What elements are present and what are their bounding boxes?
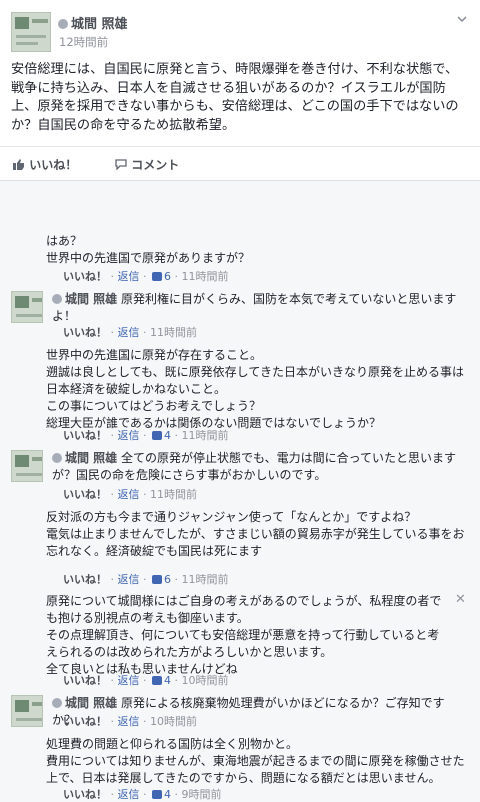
post-header: 城間 照雄: [58, 13, 128, 32]
profile-badge-icon: [58, 19, 68, 29]
comment-time[interactable]: 11時間前: [182, 573, 229, 586]
comment-like-link[interactable]: いいね！: [63, 326, 107, 339]
comment-like-link[interactable]: いいね！: [63, 573, 107, 586]
comment-reply-link[interactable]: 返信: [118, 715, 140, 728]
commenter-avatar[interactable]: [11, 291, 43, 323]
comment-reply-link[interactable]: 返信: [118, 573, 140, 586]
post-actions: いいね！ コメント: [0, 146, 480, 179]
like-count[interactable]: 6: [164, 573, 171, 586]
comment-label: コメント: [131, 158, 180, 172]
like-count[interactable]: 4: [164, 429, 171, 442]
comment-time[interactable]: 9時間前: [182, 788, 222, 801]
post: 城間 照雄 12時間前 安倍総理には、自国民に原発と言う、時限爆弾を巻き付け、不…: [0, 0, 480, 180]
like-button[interactable]: いいね！: [13, 156, 77, 173]
comment-body: 城間 照雄 原発利権に目がくらみ、国防を本気で考えていないと思いますよ！: [52, 291, 466, 325]
comment-like-link[interactable]: いいね！: [63, 715, 107, 728]
comment-author[interactable]: 城間 照雄: [65, 292, 117, 306]
comment-reply-link[interactable]: 返信: [118, 429, 140, 442]
comment-author[interactable]: 城間 照雄: [65, 451, 117, 465]
post-card: 城間 照雄 12時間前 安倍総理には、自国民に原発と言う、時限爆弾を巻き付け、不…: [0, 0, 480, 802]
comment-meta: いいね！ · 返信 · 11時間前: [63, 326, 197, 339]
comment-icon: [115, 159, 127, 171]
close-icon[interactable]: ✕: [455, 592, 466, 607]
like-count[interactable]: 4: [164, 674, 171, 687]
commenter-avatar[interactable]: [11, 450, 43, 482]
comments-list: はあ？ 世界中の先進国で原発がありますが？ いいね！ · 返信 · 6 · 11…: [0, 180, 480, 802]
comment-reply-link[interactable]: 返信: [118, 674, 140, 687]
comment-text: 反対派の方も今まで通りジャンジャン使って「なんとか」ですよね？ 電気は止まりませ…: [46, 510, 465, 558]
comment-meta: いいね！ · 返信 · 11時間前: [63, 488, 197, 501]
comment-meta: いいね！ · 返信 · 6 · 11時間前: [63, 270, 229, 283]
like-count-icon: [152, 676, 162, 685]
chevron-down-icon[interactable]: [457, 14, 467, 24]
author-avatar[interactable]: [11, 12, 51, 52]
comment-meta: いいね！ · 返信 · 6 · 11時間前: [63, 573, 229, 586]
comment-meta: いいね！ · 返信 · 4 · 11時間前: [63, 429, 229, 442]
comment-time[interactable]: 10時間前: [150, 715, 197, 728]
profile-badge-icon: [52, 698, 62, 708]
comment-reply-link[interactable]: 返信: [118, 326, 140, 339]
comment-like-link[interactable]: いいね！: [63, 674, 107, 687]
post-text: 安倍総理には、自国民に原発と言う、時限爆弾を巻き付け、不利な状態で、戦争に持ち込…: [11, 62, 459, 133]
comment-text: 処理費の問題と仰られる国防は全く別物かと。 費用については知りませんが、東海地震…: [46, 737, 465, 785]
like-count-icon: [152, 790, 162, 799]
comment-like-link[interactable]: いいね！: [63, 429, 107, 442]
comment-text: 原発について城間様にはご自身の考えがあるのでしょうが、私程度の者でも抱ける別視点…: [46, 594, 442, 676]
comment-time[interactable]: 10時間前: [182, 674, 229, 687]
comment-body: 城間 照雄 全ての原発が停止状態でも、電力は間に合っていたと思いますが？国民の命…: [52, 450, 466, 484]
comment-reply-link[interactable]: 返信: [118, 270, 140, 283]
comment-time[interactable]: 11時間前: [182, 429, 229, 442]
profile-badge-icon: [52, 294, 62, 304]
comment-author[interactable]: 城間 照雄: [65, 696, 117, 710]
like-count-icon: [152, 575, 162, 584]
comment-meta: いいね！ · 返信 · 4 · 10時間前: [63, 674, 229, 687]
comment-like-link[interactable]: いいね！: [63, 488, 107, 501]
profile-badge-icon: [52, 453, 62, 463]
like-count-icon: [152, 272, 162, 281]
comment-text: はあ？ 世界中の先進国で原発がありますが？: [46, 234, 251, 265]
like-count[interactable]: 4: [164, 788, 171, 801]
comment-reply-link[interactable]: 返信: [118, 488, 140, 501]
like-count[interactable]: 6: [164, 270, 171, 283]
comment-time[interactable]: 11時間前: [150, 488, 197, 501]
comment-meta: いいね！ · 返信 · 4 · 9時間前: [63, 788, 222, 801]
comment-time[interactable]: 11時間前: [182, 270, 229, 283]
comment-meta: いいね！ · 返信 · 10時間前: [63, 715, 197, 728]
like-label: いいね！: [29, 158, 78, 172]
comment-like-link[interactable]: いいね！: [63, 788, 107, 801]
comment-text: 世界中の先進国に原発が存在すること。 遡誠は良しとしても、既に原発依存してきた日…: [46, 348, 464, 430]
post-author[interactable]: 城間 照雄: [71, 17, 128, 32]
comment-button[interactable]: コメント: [115, 156, 179, 173]
comment-reply-link[interactable]: 返信: [118, 788, 140, 801]
post-time[interactable]: 12時間前: [59, 34, 108, 50]
comment-time[interactable]: 11時間前: [150, 326, 197, 339]
comment-like-link[interactable]: いいね！: [63, 270, 107, 283]
thumbs-up-icon: [13, 159, 24, 170]
like-count-icon: [152, 431, 162, 440]
commenter-avatar[interactable]: [11, 695, 43, 727]
